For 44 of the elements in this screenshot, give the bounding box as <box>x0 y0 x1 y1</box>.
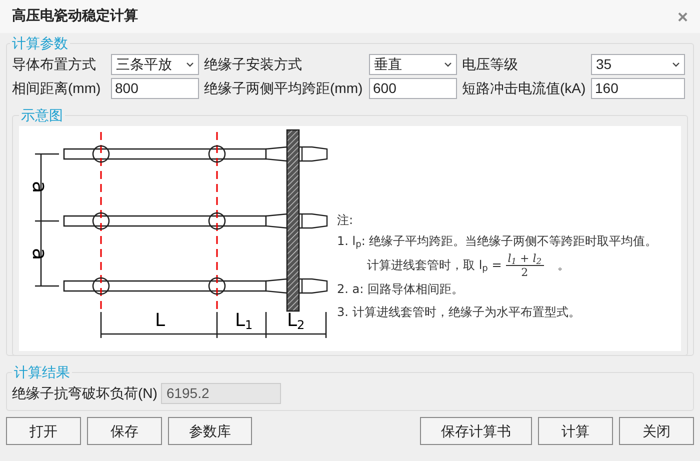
insulator-circle <box>92 212 110 230</box>
field-label: 绝缘子安装方式 <box>204 55 303 74</box>
section-title: 计算参数 <box>11 34 69 53</box>
dropdown[interactable]: 垂直 <box>369 54 457 75</box>
chevron-down-icon <box>672 62 680 67</box>
insulator-circle <box>208 145 226 163</box>
dimension-label: L$_{1}$ <box>235 310 253 332</box>
action-button[interactable]: 保存计算书 <box>420 417 532 445</box>
chevron-down-icon <box>444 62 452 67</box>
field-label: 绝缘子抗弯破坏负荷(N) <box>12 384 158 403</box>
insulator-circle <box>92 277 110 295</box>
field-label: 电压等级 <box>462 55 519 74</box>
field-label: 导体布置方式 <box>12 55 97 74</box>
insulator-circle <box>208 277 226 295</box>
note-text: 3. 计算进线套管时，绝缘子为水平布置型式。 <box>337 304 582 321</box>
window-title: 高压电瓷动稳定计算 <box>12 6 138 26</box>
dropdown[interactable]: 35 <box>591 54 685 75</box>
insulator-circle <box>208 212 226 230</box>
note-text: 注: <box>337 212 354 229</box>
action-button[interactable]: 计算 <box>538 417 613 445</box>
dimension-label: a <box>28 248 52 260</box>
input-field[interactable]: 160 <box>591 78 685 99</box>
action-button[interactable]: 打开 <box>6 417 81 445</box>
input-field[interactable]: 800 <box>111 78 199 99</box>
chevron-down-icon <box>186 62 194 67</box>
formula-fraction: l$_{1}$ + l$_{2}$ 2 <box>506 252 544 279</box>
note-text: 计算进线套管时，取 l$_{p}$ = <box>367 256 502 274</box>
dimension-label: a <box>28 180 52 194</box>
action-button[interactable]: 关闭 <box>619 417 694 445</box>
field-label: 相间距离(mm) <box>12 79 102 98</box>
input-field[interactable]: 600 <box>369 78 457 99</box>
section-title: 示意图 <box>20 106 64 125</box>
note-text: 1. l$_{p}$: 绝缘子平均跨距。当绝缘子两侧不等跨距时取平均值。 <box>337 232 658 250</box>
dimension-label: L$_{2}$ <box>287 310 305 332</box>
dimension-label: L <box>155 310 166 331</box>
action-button[interactable]: 参数库 <box>168 417 252 445</box>
action-button[interactable]: 保存 <box>87 417 162 445</box>
note-text: 2. a: 回路导体相间距。 <box>337 280 464 298</box>
note-text: 。 <box>556 256 570 274</box>
field-label: 短路冲击电流值(kA) <box>462 79 586 98</box>
section-title: 计算结果 <box>13 363 71 382</box>
dropdown[interactable]: 三条平放 <box>111 54 199 75</box>
insulator-circle <box>92 145 110 163</box>
field-label: 绝缘子两侧平均跨距(mm) <box>204 79 364 98</box>
